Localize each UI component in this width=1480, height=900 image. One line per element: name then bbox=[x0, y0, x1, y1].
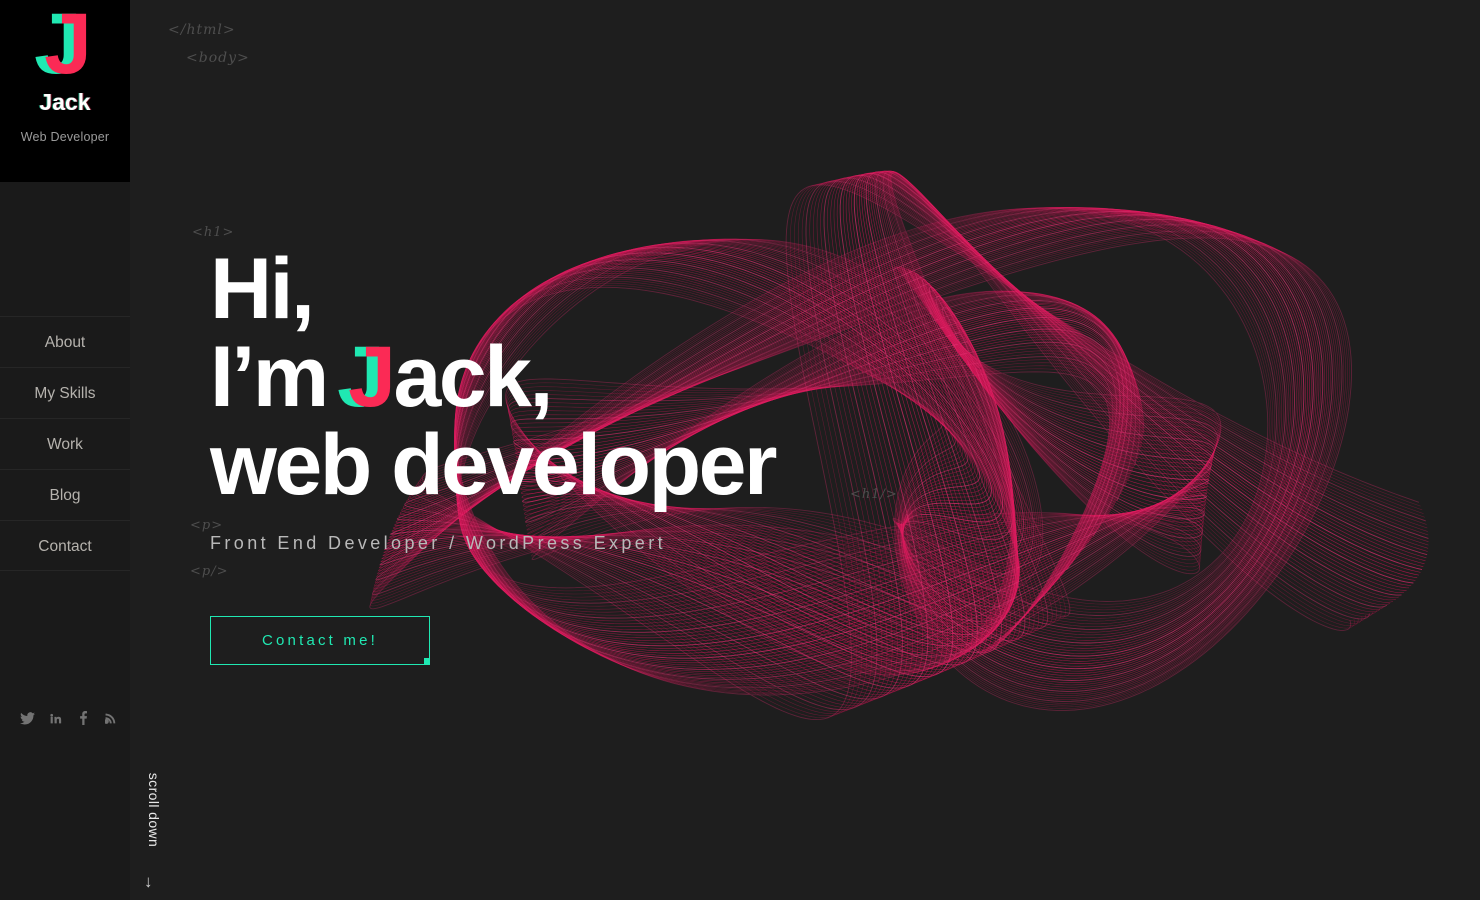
hero-line-3: web developer bbox=[210, 417, 777, 513]
code-tag-h1-open: <h1> bbox=[192, 225, 235, 240]
arrow-down-icon: ↓ bbox=[144, 872, 153, 891]
code-tag-p-open: <p> bbox=[190, 518, 224, 533]
scroll-down-indicator[interactable]: scroll down ↓ bbox=[132, 760, 172, 900]
page-title: Hi, I’m J Jack, web developer bbox=[210, 241, 777, 513]
code-tag-html-close: </html> bbox=[168, 22, 236, 38]
code-tag-p-close: <p/> bbox=[190, 564, 229, 579]
sidebar-item-contact[interactable]: Contact bbox=[0, 520, 130, 571]
hero-line-2-pre: I’m bbox=[210, 329, 349, 425]
linkedin-icon[interactable] bbox=[46, 707, 64, 729]
sidebar-item-blog[interactable]: Blog bbox=[0, 469, 130, 520]
contact-button-corner-accent bbox=[424, 658, 430, 665]
twitter-icon[interactable] bbox=[18, 707, 36, 729]
sidebar-item-work[interactable]: Work bbox=[0, 418, 130, 469]
hero-line-2: I’m J Jack, bbox=[210, 333, 775, 421]
scroll-down-label: scroll down bbox=[146, 772, 162, 848]
rss-icon[interactable] bbox=[102, 707, 120, 729]
code-tag-body-open: <body> bbox=[186, 50, 250, 66]
hero-heading-block: Hi, I’m J Jack, web developer bbox=[210, 241, 777, 513]
hero-line-1: Hi, bbox=[210, 241, 315, 337]
sidebar-item-myskills[interactable]: My Skills bbox=[0, 367, 130, 418]
hero-line-2-post: ack, bbox=[393, 329, 554, 425]
brand-name: Jack bbox=[39, 89, 91, 115]
hero-j-letter: JJ bbox=[337, 333, 396, 421]
facebook-icon[interactable] bbox=[74, 707, 92, 729]
sidebar: J J Jack Web Developer About My Skills W… bbox=[0, 0, 130, 900]
brand-logo-block[interactable]: J J Jack Web Developer bbox=[0, 0, 130, 182]
brand-role: Web Developer bbox=[20, 130, 110, 144]
logo-j-pink-layer: J bbox=[44, 0, 92, 92]
hero-j-letter-front: J bbox=[348, 329, 396, 425]
social-links bbox=[18, 707, 120, 729]
hero-subtitle: Front End Developer / WordPress Expert bbox=[210, 533, 667, 553]
main-navigation: About My Skills Work Blog Contact bbox=[0, 316, 130, 571]
page-root: </html> <body> <h1> <h1/> <p> <p/> Hi, I… bbox=[0, 0, 1480, 900]
logo-j-icon: J J bbox=[28, 1, 102, 88]
code-tag-h1-close: <h1/> bbox=[850, 487, 898, 502]
sidebar-item-about[interactable]: About bbox=[0, 316, 130, 367]
contact-me-button[interactable]: Contact me! bbox=[210, 616, 430, 665]
